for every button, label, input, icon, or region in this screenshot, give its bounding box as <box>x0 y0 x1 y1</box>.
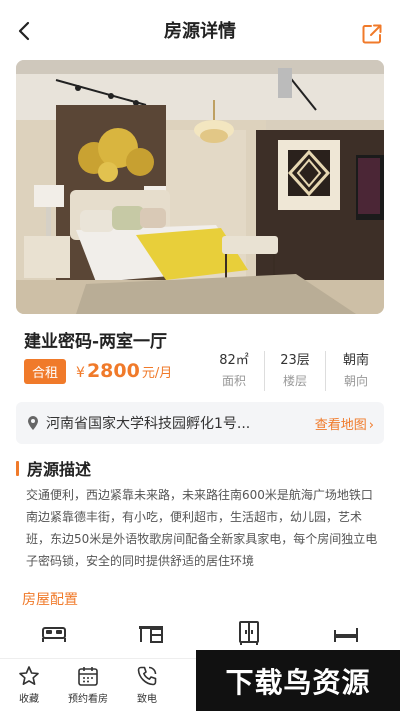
amenity-icons <box>40 620 360 646</box>
location-pin-icon <box>28 416 38 430</box>
back-arrow-icon[interactable] <box>14 20 36 42</box>
address-bar[interactable]: 河南省国家大学科技园孵化1号... 查看地图 › <box>16 402 384 444</box>
stat-area: 82㎡ 面积 <box>204 351 264 391</box>
price-unit: 元/月 <box>141 366 173 381</box>
view-map-link[interactable]: 查看地图 › <box>315 414 374 433</box>
stat-value: 朝南 <box>342 353 369 368</box>
calendar-icon <box>78 667 98 686</box>
rental-type-badge: 合租 <box>24 358 67 384</box>
price-currency: ¥ <box>76 365 85 381</box>
desk-icon <box>139 626 164 643</box>
view-map-label: 查看地图 <box>314 417 367 433</box>
star-icon <box>19 666 39 685</box>
page-title: 房源详情 <box>164 21 236 42</box>
listing-stats: 82㎡ 面积 23层 楼层 朝南 朝向 <box>204 351 386 391</box>
stat-floor: 23层 楼层 <box>264 351 325 391</box>
phone-icon <box>137 666 157 686</box>
listing-photo[interactable] <box>16 60 384 314</box>
watermark-banner: 下载鸟资源 <box>196 650 400 711</box>
stat-label: 朝向 <box>343 374 368 388</box>
chevron-right-icon: › <box>368 417 374 433</box>
share-icon[interactable] <box>360 22 384 46</box>
rent-row: 合租 ¥ 2800 元/月 <box>24 358 172 384</box>
stat-value: 23层 <box>280 353 310 368</box>
description-heading: 房源描述 <box>16 456 91 480</box>
sofa-bed-icon <box>333 628 358 642</box>
wardrobe-icon <box>238 621 259 645</box>
bed-icon <box>42 627 66 642</box>
call-button[interactable]: 致电 <box>118 659 176 711</box>
bedroom-photo-illustration <box>16 60 384 314</box>
section-accent-bar <box>16 460 19 476</box>
top-nav-bar: 房源详情 <box>0 0 400 60</box>
stat-label: 面积 <box>221 374 246 388</box>
price-amount: 2800 <box>86 360 140 382</box>
stat-value: 82㎡ <box>219 353 249 368</box>
stat-label: 楼层 <box>282 374 307 388</box>
watermark-text: 下载鸟资源 <box>225 665 371 699</box>
description-heading-text: 房源描述 <box>27 460 92 479</box>
price: ¥ 2800 元/月 <box>76 360 172 382</box>
config-heading: 房屋配置 <box>22 592 78 608</box>
book-visit-button[interactable]: 预约看房 <box>58 659 118 711</box>
listing-title: 建业密码-两室一厅 <box>24 332 168 352</box>
favorite-label: 收藏 <box>19 694 39 705</box>
favorite-button[interactable]: 收藏 <box>0 659 58 711</box>
book-visit-label: 预约看房 <box>68 694 108 705</box>
stat-orientation: 朝南 朝向 <box>325 351 386 391</box>
description-body: 交通便利，西边紧靠未来路，未来路往南600米是航海广场地铁口南边紧靠德丰街，有小… <box>26 488 378 568</box>
call-label: 致电 <box>137 694 157 705</box>
address-text: 河南省国家大学科技园孵化1号... <box>46 416 251 432</box>
